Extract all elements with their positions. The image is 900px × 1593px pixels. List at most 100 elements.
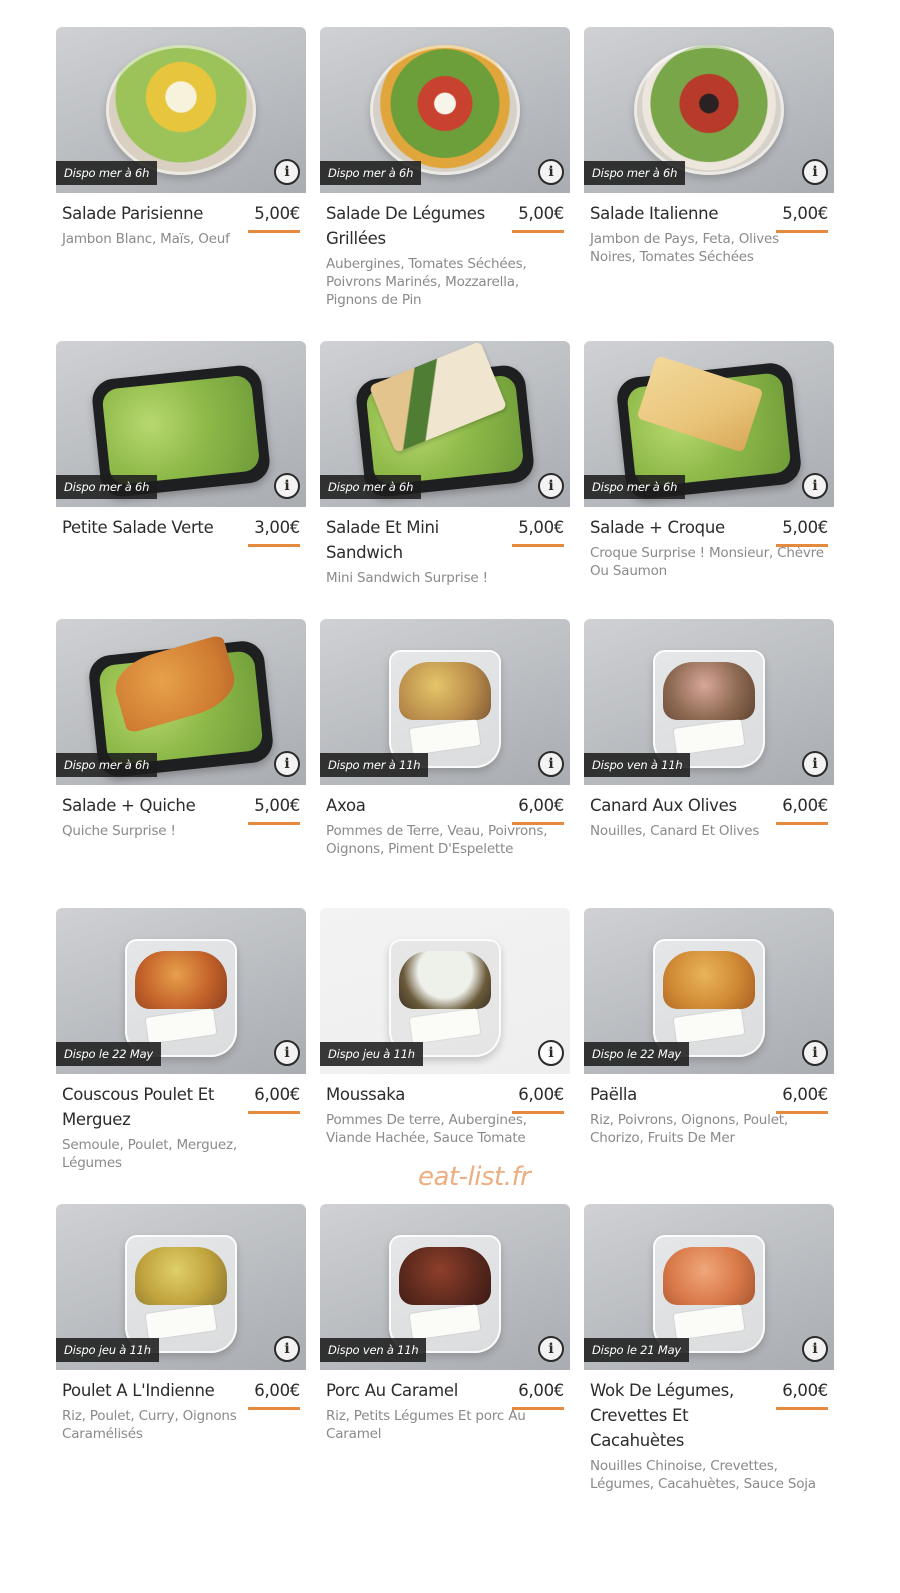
availability-badge: Dispo le 22 May [584,1042,690,1066]
product-photo[interactable]: Dispo mer à 6h i [584,341,834,507]
info-icon[interactable]: i [802,1040,828,1066]
product-card[interactable]: Dispo jeu à 11h i Poulet A L'Indienne 6,… [56,1204,306,1443]
product-price: 6,00€ [782,796,828,815]
availability-badge: Dispo le 22 May [56,1042,162,1066]
product-card[interactable]: Dispo le 21 May i Wok De Légumes, Crevet… [584,1204,834,1493]
food-pot-image [125,938,237,1057]
product-photo[interactable]: Dispo mer à 6h i [56,27,306,193]
availability-badge: Dispo mer à 6h [56,161,158,185]
product-card[interactable]: Dispo mer à 11h i Axoa 6,00€ Pommes de T… [320,619,570,858]
availability-badge: Dispo jeu à 11h [320,1042,423,1066]
availability-badge: Dispo le 21 May [584,1338,690,1362]
product-photo[interactable]: Dispo jeu à 11h i [320,908,570,1074]
product-name[interactable]: Poulet A L'Indienne [62,1378,232,1403]
product-description: Mini Sandwich Surprise ! [326,570,488,586]
product-name[interactable]: Petite Salade Verte [62,515,232,540]
price-underline [776,1407,828,1410]
price-underline [512,230,564,233]
product-description: Pommes De terre, Aubergines, Viande Hach… [326,1112,527,1146]
product-photo[interactable]: Dispo ven à 11h i [320,1204,570,1370]
product-card[interactable]: Dispo le 22 May i Paëlla 6,00€ Riz, Poiv… [584,908,834,1147]
product-card[interactable]: Dispo jeu à 11h i Moussaka 6,00€ Pommes … [320,908,570,1147]
product-price: 6,00€ [518,1381,564,1400]
product-card[interactable]: Dispo ven à 11h i Canard Aux Olives 6,00… [584,619,834,840]
product-description: Riz, Petits Légumes Et porc Au Caramel [326,1408,526,1442]
info-icon[interactable]: i [538,1336,564,1362]
availability-badge: Dispo mer à 6h [584,161,686,185]
product-description: Riz, Poulet, Curry, Oignons Caramélisés [62,1408,237,1442]
product-name[interactable]: Axoa [326,793,496,818]
salad-bowl-image [634,45,784,175]
price-underline [776,1111,828,1114]
product-description: Pommes de Terre, Veau, Poivrons, Oignons… [326,823,548,857]
salad-bowl-image [106,45,256,175]
product-photo[interactable]: Dispo mer à 6h i [56,341,306,507]
product-photo[interactable]: Dispo mer à 6h i [320,27,570,193]
watermark-text: eat-list.fr [418,1162,531,1192]
info-icon[interactable]: i [538,159,564,185]
info-icon[interactable]: i [274,751,300,777]
info-icon[interactable]: i [538,473,564,499]
info-icon[interactable]: i [274,159,300,185]
product-photo[interactable]: Dispo ven à 11h i [584,619,834,785]
price-underline [776,230,828,233]
product-price: 5,00€ [254,204,300,223]
product-name[interactable]: Paëlla [590,1082,760,1107]
product-photo[interactable]: Dispo le 22 May i [56,908,306,1074]
price-underline [776,822,828,825]
product-description: Jambon de Pays, Feta, Olives Noires, Tom… [590,231,779,265]
info-icon[interactable]: i [802,1336,828,1362]
product-name[interactable]: Salade Parisienne [62,201,232,226]
product-price: 3,00€ [254,518,300,537]
availability-badge: Dispo ven à 11h [320,1338,427,1362]
info-icon[interactable]: i [274,1040,300,1066]
product-name[interactable]: Moussaka [326,1082,496,1107]
product-card[interactable]: Dispo mer à 6h i Petite Salade Verte 3,0… [56,341,306,547]
product-name[interactable]: Salade De Légumes Grillées [326,201,496,251]
info-icon[interactable]: i [274,473,300,499]
product-card[interactable]: Dispo ven à 11h i Porc Au Caramel 6,00€ … [320,1204,570,1443]
product-name[interactable]: Porc Au Caramel [326,1378,496,1403]
product-card[interactable]: Dispo mer à 6h i Salade + Croque 5,00€ C… [584,341,834,580]
info-icon[interactable]: i [802,473,828,499]
info-icon[interactable]: i [802,751,828,777]
product-photo[interactable]: Dispo mer à 6h i [320,341,570,507]
product-price: 5,00€ [254,796,300,815]
availability-badge: Dispo mer à 11h [320,753,429,777]
availability-badge: Dispo ven à 11h [584,753,691,777]
product-name[interactable]: Salade + Croque [590,515,760,540]
product-name[interactable]: Salade Et Mini Sandwich [326,515,496,565]
product-card[interactable]: Dispo mer à 6h i Salade De Légumes Grill… [320,27,570,309]
product-price: 5,00€ [518,204,564,223]
product-photo[interactable]: Dispo mer à 11h i [320,619,570,785]
info-icon[interactable]: i [538,751,564,777]
info-icon[interactable]: i [274,1336,300,1362]
product-photo[interactable]: Dispo mer à 6h i [56,619,306,785]
availability-badge: Dispo mer à 6h [56,475,158,499]
info-icon[interactable]: i [802,159,828,185]
product-name[interactable]: Couscous Poulet Et Merguez [62,1082,232,1132]
product-name[interactable]: Salade Italienne [590,201,760,226]
food-pot-image [389,649,501,768]
product-card[interactable]: Dispo le 22 May i Couscous Poulet Et Mer… [56,908,306,1172]
product-price: 6,00€ [782,1085,828,1104]
product-description: Riz, Poivrons, Oignons, Poulet, Chorizo,… [590,1112,788,1146]
product-name[interactable]: Salade + Quiche [62,793,232,818]
product-card[interactable]: Dispo mer à 6h i Salade Et Mini Sandwich… [320,341,570,587]
availability-badge: Dispo jeu à 11h [56,1338,159,1362]
info-icon[interactable]: i [538,1040,564,1066]
product-card[interactable]: Dispo mer à 6h i Salade + Quiche 5,00€ Q… [56,619,306,840]
price-underline [776,544,828,547]
product-photo[interactable]: Dispo jeu à 11h i [56,1204,306,1370]
product-photo[interactable]: Dispo le 22 May i [584,908,834,1074]
product-name[interactable]: Canard Aux Olives [590,793,760,818]
product-name[interactable]: Wok De Légumes, Crevettes Et Cacahuètes [590,1378,760,1453]
availability-badge: Dispo mer à 6h [320,161,422,185]
product-card[interactable]: Dispo mer à 6h i Salade Italienne 5,00€ … [584,27,834,266]
availability-badge: Dispo mer à 6h [56,753,158,777]
product-description: Aubergines, Tomates Séchées, Poivrons Ma… [326,256,527,308]
product-price: 6,00€ [518,1085,564,1104]
product-photo[interactable]: Dispo mer à 6h i [584,27,834,193]
product-photo[interactable]: Dispo le 21 May i [584,1204,834,1370]
product-card[interactable]: Dispo mer à 6h i Salade Parisienne 5,00€… [56,27,306,248]
